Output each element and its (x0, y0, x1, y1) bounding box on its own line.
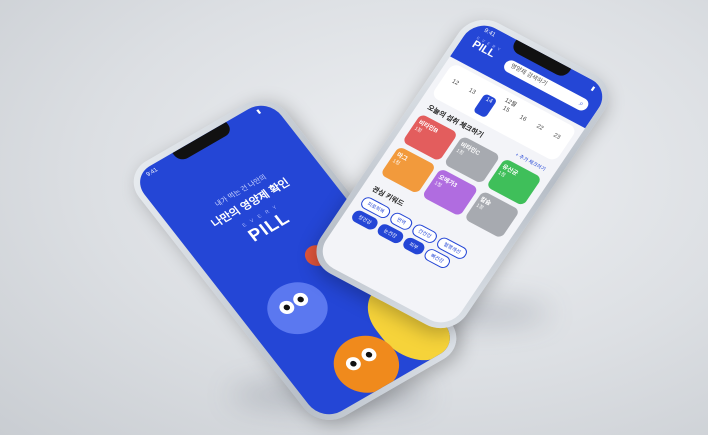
pill-count: 1정 (432, 180, 443, 189)
pill-count: 1정 (391, 158, 402, 167)
eye-icon (358, 345, 380, 364)
logo: PILL (469, 38, 498, 60)
battery-icon: ▮ (589, 85, 596, 93)
battery-icon: ▮ (255, 108, 263, 116)
status-bar: 9:41 ▮ (145, 108, 262, 179)
pill-count: 1정 (413, 125, 424, 135)
pill-count: 1정 (474, 202, 485, 212)
blue-character (255, 272, 340, 345)
pill-count: 1정 (454, 147, 465, 157)
eye-icon (342, 354, 364, 373)
search-icon[interactable]: ⌕ (576, 98, 587, 111)
pill-count: 1정 (496, 170, 507, 179)
right-screen: 9:41 ▮ E V E R Y PILL 영양제 검색하기 ⌕ 12월 12 1… (313, 18, 612, 330)
calendar-day[interactable]: 23 (541, 129, 566, 154)
status-time: 9:41 (145, 167, 160, 178)
